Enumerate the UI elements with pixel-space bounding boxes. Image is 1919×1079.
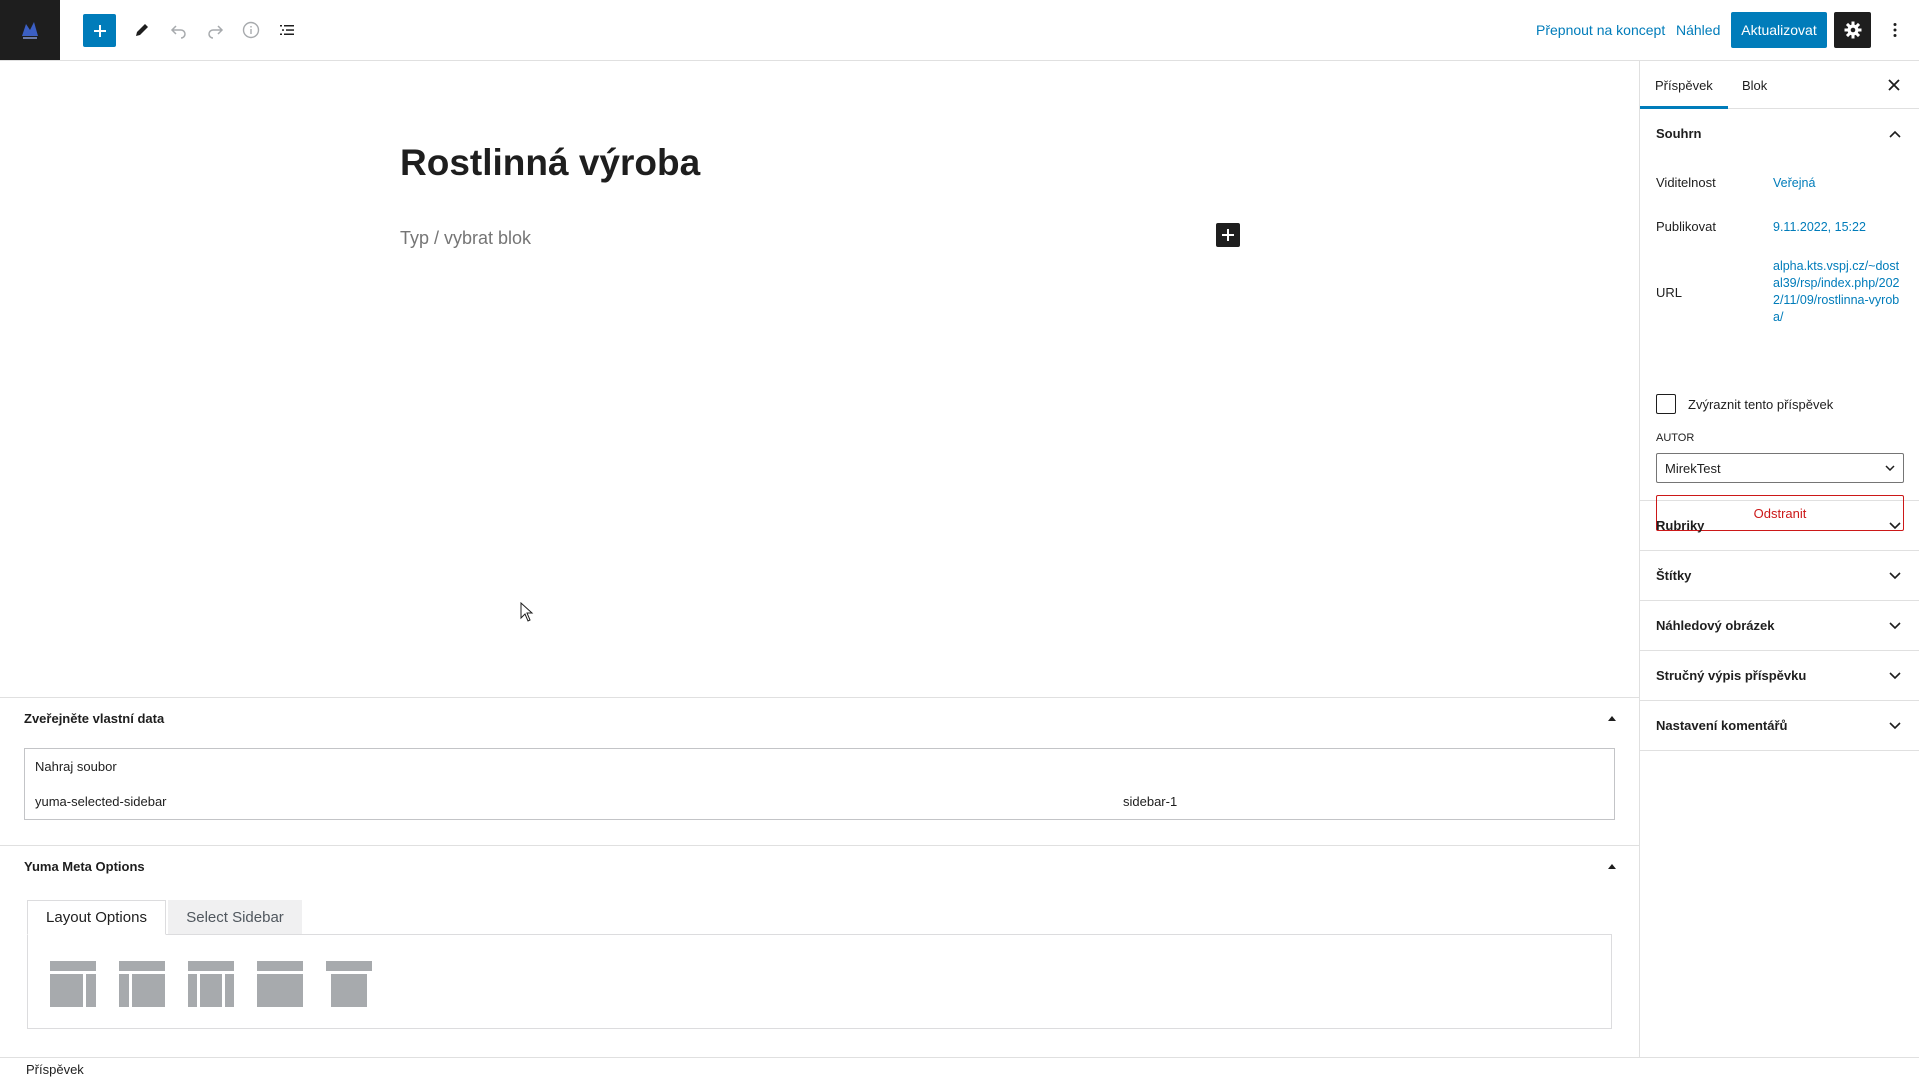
- editor-footer: Příspěvek: [0, 1057, 1919, 1079]
- layout-right-sidebar-icon[interactable]: [119, 961, 165, 1007]
- upload-file-label[interactable]: Nahraj soubor: [35, 759, 117, 774]
- chevron-down-icon: [1885, 566, 1905, 586]
- cursor-arrow-icon: [520, 601, 534, 622]
- details-button[interactable]: [233, 12, 269, 48]
- list-view-icon: [280, 25, 294, 35]
- close-sidebar-button[interactable]: [1883, 74, 1905, 96]
- tab-block[interactable]: Blok: [1742, 61, 1767, 109]
- layout-both-sidebars-icon[interactable]: [188, 961, 234, 1007]
- visibility-value[interactable]: Veřejná: [1773, 175, 1815, 192]
- chevron-down-icon: [1885, 516, 1905, 536]
- tab-select-sidebar[interactable]: Select Sidebar: [168, 900, 302, 935]
- discussion-panel[interactable]: Nastavení komentářů: [1640, 701, 1919, 751]
- preview-button[interactable]: Náhled: [1676, 22, 1720, 38]
- undo-button[interactable]: [161, 12, 197, 48]
- chevron-down-icon: [1885, 716, 1905, 736]
- site-logo-button[interactable]: [0, 0, 60, 60]
- url-value[interactable]: alpha.kts.vspj.cz/~dostal39/rsp/index.ph…: [1773, 258, 1903, 326]
- layout-no-sidebar-icon[interactable]: [326, 961, 372, 1007]
- editor-canvas: Rostlinná výroba Typ / vybrat blok: [0, 61, 1639, 697]
- tags-panel-title: Štítky: [1656, 568, 1692, 583]
- collapse-toggle[interactable]: [1606, 860, 1618, 872]
- summary-panel: Souhrn Viditelnost Veřejná Publikovat 9.…: [1640, 109, 1919, 531]
- block-placeholder[interactable]: Typ / vybrat blok: [400, 228, 531, 249]
- info-icon: [242, 21, 260, 39]
- tab-post[interactable]: Příspěvek: [1640, 61, 1728, 109]
- update-button[interactable]: Aktualizovat: [1731, 12, 1827, 48]
- custom-field-key: yuma-selected-sidebar: [35, 794, 167, 809]
- block-inserter-button[interactable]: [83, 14, 116, 47]
- pencil-icon: [136, 24, 148, 36]
- tab-layout-options[interactable]: Layout Options: [27, 900, 166, 935]
- categories-panel[interactable]: Rubriky: [1640, 501, 1919, 551]
- custom-fields-metabox: Zveřejněte vlastní data Nahraj soubor yu…: [0, 697, 1639, 845]
- more-vertical-icon: [1893, 23, 1897, 37]
- plus-icon: [93, 24, 106, 37]
- plus-icon: [1222, 229, 1234, 241]
- settings-sidebar: Příspěvek Blok Souhrn Viditelnost Veřejn…: [1639, 61, 1919, 1057]
- undo-icon: [170, 25, 186, 39]
- discussion-panel-title: Nastavení komentářů: [1656, 718, 1788, 733]
- settings-button[interactable]: [1834, 12, 1871, 48]
- publish-label: Publikovat: [1656, 219, 1716, 234]
- list-view-button[interactable]: [269, 12, 305, 48]
- chevron-down-icon: [1885, 465, 1895, 471]
- close-icon: [1888, 79, 1900, 91]
- sticky-post-checkbox[interactable]: [1656, 394, 1676, 414]
- layout-left-sidebar-icon[interactable]: [50, 961, 96, 1007]
- excerpt-panel-title: Stručný výpis příspěvku: [1656, 668, 1807, 683]
- author-select[interactable]: MirekTest: [1656, 453, 1904, 483]
- post-title[interactable]: Rostlinná výroba: [400, 142, 700, 184]
- breadcrumb[interactable]: Příspěvek: [26, 1062, 84, 1077]
- url-label: URL: [1656, 285, 1683, 300]
- site-logo-icon: [22, 22, 38, 39]
- editor-header: Přepnout na koncept Náhled Aktualizovat: [0, 0, 1919, 61]
- sticky-post-label[interactable]: Zvýraznit tento příspěvek: [1688, 397, 1833, 412]
- caret-up-icon: [1608, 715, 1616, 721]
- chevron-down-icon: [1885, 616, 1905, 636]
- more-options-button[interactable]: [1880, 12, 1910, 48]
- caret-up-icon: [1608, 863, 1616, 869]
- custom-fields-header[interactable]: Zveřejněte vlastní data: [0, 698, 1639, 740]
- author-label: Autor: [1656, 432, 1695, 444]
- author-select-value: MirekTest: [1665, 460, 1721, 476]
- gear-icon: [1844, 21, 1861, 39]
- mouse-cursor: [520, 601, 534, 627]
- excerpt-panel[interactable]: Stručný výpis příspěvku: [1640, 651, 1919, 701]
- yuma-meta-options-title: Yuma Meta Options: [24, 859, 145, 874]
- redo-icon: [208, 25, 224, 39]
- featured-image-panel[interactable]: Náhledový obrázek: [1640, 601, 1919, 651]
- chevron-down-icon: [1885, 666, 1905, 686]
- redo-button[interactable]: [197, 12, 233, 48]
- tags-panel[interactable]: Štítky: [1640, 551, 1919, 601]
- yuma-meta-options-header[interactable]: Yuma Meta Options: [0, 846, 1639, 888]
- collapse-toggle[interactable]: [1606, 712, 1618, 724]
- tools-button[interactable]: [124, 12, 160, 48]
- layout-options-panel: [27, 934, 1612, 1029]
- sidebar-tabs: Příspěvek Blok: [1640, 61, 1919, 109]
- yuma-meta-options-metabox: Yuma Meta Options Layout Options Select …: [0, 845, 1639, 1057]
- custom-field-value: sidebar-1: [1123, 794, 1178, 809]
- layout-full-width-icon[interactable]: [257, 961, 303, 1007]
- custom-fields-title: Zveřejněte vlastní data: [24, 711, 165, 726]
- publish-date-value[interactable]: 9.11.2022, 15:22: [1773, 219, 1866, 236]
- featured-image-panel-title: Náhledový obrázek: [1656, 618, 1775, 633]
- add-block-button[interactable]: [1216, 223, 1240, 247]
- categories-panel-title: Rubriky: [1656, 518, 1705, 533]
- visibility-label: Viditelnost: [1656, 175, 1716, 190]
- custom-fields-table: Nahraj soubor yuma-selected-sidebar side…: [24, 748, 1615, 820]
- chevron-up-icon[interactable]: [1885, 124, 1905, 144]
- summary-panel-title[interactable]: Souhrn: [1656, 126, 1702, 141]
- switch-to-draft-button[interactable]: Přepnout na koncept: [1536, 22, 1665, 38]
